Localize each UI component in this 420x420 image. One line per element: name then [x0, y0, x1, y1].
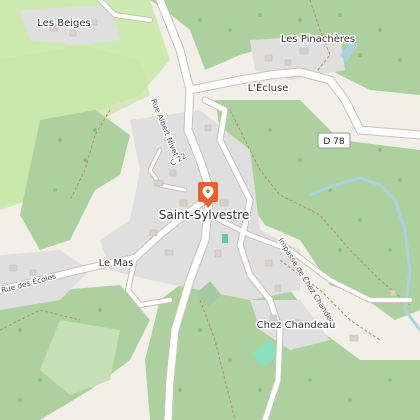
small-pool	[222, 234, 228, 243]
place-label-chez-chandeau: Chez Chandeau	[257, 320, 336, 331]
road-shield-d78-text: D 78	[323, 137, 345, 147]
place-label-le-mas: Le Mas	[99, 258, 134, 269]
map-canvas: D 78 Rue Albert Nivet C 22 Rue des École…	[0, 0, 420, 420]
road-shield-d78: D 78	[317, 132, 351, 149]
place-label-saint-sylvestre: Saint-Sylvestre	[159, 208, 250, 222]
place-label-les-pinacheres: Les Pinachères	[281, 33, 355, 45]
place-label-l-ecluse: L'Écluse	[248, 81, 289, 94]
map-view[interactable]: D 78 Rue Albert Nivet C 22 Rue des École…	[0, 0, 420, 420]
place-label-les-beiges: Les Beiges	[37, 18, 90, 29]
